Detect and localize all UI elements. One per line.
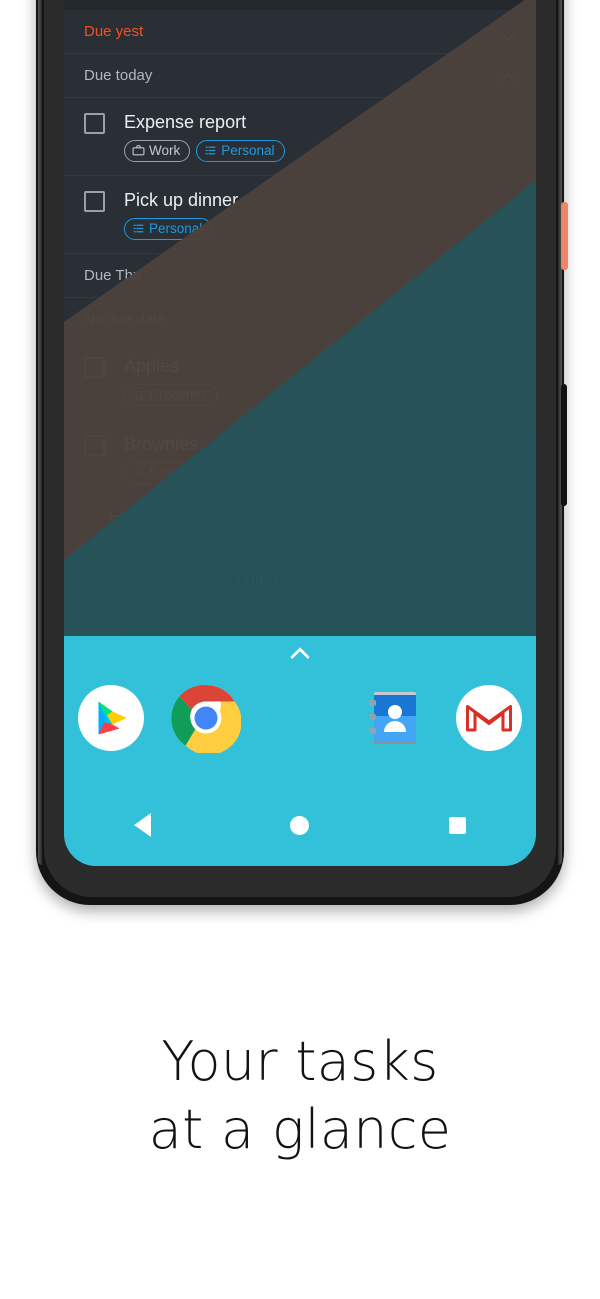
chevron-down-icon[interactable] [500, 267, 518, 285]
chevron-up-icon[interactable] [291, 646, 309, 658]
back-icon [134, 813, 152, 837]
chip-groceries[interactable]: Groceries [124, 384, 218, 406]
task-row[interactable]: Pick up dinner Personal [64, 176, 536, 254]
task-body: Brownies 5 subtasks Groceries [124, 433, 324, 484]
task-title: Apples [124, 356, 180, 376]
screenshot-root: My Tasks + Due yest [0, 0, 600, 1299]
dock-item-gmail[interactable] [442, 683, 536, 753]
task-checkbox[interactable] [84, 113, 105, 134]
subtask-checkbox[interactable] [110, 515, 131, 536]
volume-rocker-button[interactable] [561, 384, 567, 506]
chip-groceries[interactable]: Groceries [229, 462, 324, 484]
chevron-up-icon[interactable] [500, 311, 518, 329]
power-button[interactable] [561, 202, 568, 270]
task-chips: Groceries [124, 384, 218, 406]
chevron-up-small-icon [134, 469, 143, 475]
task-body: Expense report Work Personal [124, 111, 285, 162]
briefcase-icon [132, 145, 145, 156]
task-chips: Personal [124, 218, 238, 240]
cart-icon [238, 467, 250, 478]
chevron-down-icon[interactable] [500, 23, 518, 41]
tasks-app-window: My Tasks + Due yest [64, 0, 536, 636]
play-store-icon [78, 685, 145, 751]
list-icon [133, 224, 144, 233]
subtask-title: Chocolate chips [150, 568, 279, 589]
task-checkbox[interactable] [84, 435, 105, 456]
subtask-body: Chocolate chips [150, 568, 278, 590]
caption-line-2: at a glance [148, 1098, 452, 1162]
list-icon [205, 146, 216, 155]
group-label: Due yest [84, 23, 144, 40]
subtask-row[interactable]: Butter [64, 498, 536, 552]
task-checkbox[interactable] [84, 191, 105, 212]
chip-label: Personal [221, 143, 275, 158]
task-row[interactable]: Brownies 5 subtasks Groceries [64, 420, 536, 498]
chip-label: Groceries [254, 465, 314, 480]
group-header-no-due-date[interactable]: No due date [64, 298, 536, 342]
subtask-checkbox[interactable] [110, 569, 131, 590]
task-row[interactable]: Apples Groceries [64, 342, 536, 420]
chip-personal[interactable]: Personal [124, 218, 213, 240]
app-bar: My Tasks + [64, 0, 536, 10]
group-header-due-yest[interactable]: Due yest [64, 10, 536, 54]
task-body: Pick up dinner Personal [124, 189, 238, 240]
home-screen [64, 636, 536, 866]
phone-screen: My Tasks + Due yest [64, 0, 536, 866]
group-label: Due today [84, 67, 153, 84]
subtask-title: Butter [150, 514, 199, 535]
chip-label: Groceries [149, 387, 208, 402]
recents-icon [448, 816, 466, 834]
recents-button[interactable] [379, 816, 536, 834]
task-title: Expense report [124, 112, 247, 132]
chip-subtasks[interactable]: 5 subtasks [124, 462, 224, 484]
dock-item-contacts[interactable] [347, 686, 441, 750]
home-icon [290, 815, 310, 835]
phone-edge-left [38, 0, 42, 865]
gmail-icon [455, 685, 522, 751]
chip-work[interactable]: Work [124, 140, 191, 162]
chip-personal[interactable]: Personal [196, 140, 285, 162]
subtask-row[interactable]: Chocolate chips [64, 552, 536, 606]
task-title: Pick up dinner [124, 190, 239, 210]
chip-label: Personal [149, 221, 203, 236]
chip-label: Work [149, 143, 181, 158]
phone-device: My Tasks + Due yest [36, 0, 568, 905]
chip-label: 5 subtasks [149, 465, 214, 480]
caption-line-1: Your tasks [161, 1030, 439, 1093]
dock-item-chrome[interactable] [158, 683, 252, 753]
contacts-icon [369, 692, 417, 744]
navigation-bar [64, 806, 536, 844]
dock-item-play-store[interactable] [64, 683, 158, 753]
chevron-up-icon[interactable] [500, 67, 518, 85]
back-button[interactable] [64, 813, 221, 837]
group-label: No due date [84, 311, 166, 328]
task-row[interactable]: Expense report Work Personal [64, 98, 536, 176]
task-title: Brownies [124, 434, 199, 454]
group-header-due-today[interactable]: Due today [64, 54, 536, 98]
cart-icon [132, 389, 144, 400]
task-chips: 5 subtasks Groceries [124, 462, 324, 484]
task-checkbox[interactable] [84, 357, 105, 378]
task-body: Apples Groceries [124, 355, 218, 406]
chrome-icon [170, 684, 241, 753]
task-chips: Work Personal [124, 140, 285, 162]
caption: Your tasks at a glance [0, 1028, 600, 1164]
app-dock [64, 670, 536, 766]
group-header-due-thu[interactable]: Due Thu [64, 254, 536, 298]
home-button[interactable] [221, 815, 378, 835]
group-label: Due Thu [84, 267, 142, 284]
subtask-body: Butter [150, 514, 198, 536]
